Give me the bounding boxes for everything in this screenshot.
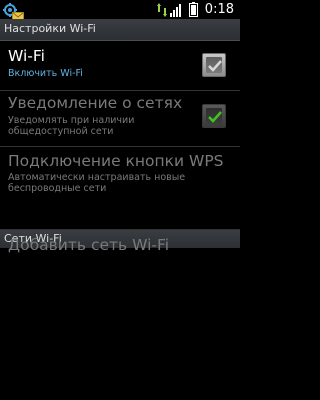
clock: 0:18: [204, 2, 234, 17]
network-notification-item[interactable]: Уведомление о сетях Уведомлять при налич…: [0, 91, 240, 146]
item-title: Wi-Fi: [8, 47, 45, 65]
wps-button-item[interactable]: Подключение кнопки WPS Автоматически нас…: [0, 147, 240, 202]
item-summary: Уведомлять при наличии общедоступной сет…: [8, 115, 135, 137]
item-summary: Включить Wi-Fi: [8, 68, 83, 79]
item-title: Уведомление о сетях: [8, 94, 183, 112]
add-network-label: Добавить сеть Wi-Fi: [8, 236, 170, 254]
network-notification-checkbox[interactable]: [202, 104, 226, 128]
title-bar: Настройки Wi-Fi: [0, 19, 240, 41]
item-summary: Автоматически настраивать новые беспрово…: [8, 172, 186, 194]
item-title: Подключение кнопки WPS: [8, 152, 224, 170]
status-bar: 0:18: [0, 0, 240, 21]
add-network-item[interactable]: Добавить сеть Wi-Fi: [0, 236, 240, 295]
page-title: Настройки Wi-Fi: [4, 22, 96, 35]
check-icon: [208, 111, 222, 123]
wifi-checkbox[interactable]: [202, 53, 226, 77]
wifi-toggle-item[interactable]: Wi-Fi Включить Wi-Fi: [0, 41, 240, 89]
check-icon: [208, 60, 222, 72]
